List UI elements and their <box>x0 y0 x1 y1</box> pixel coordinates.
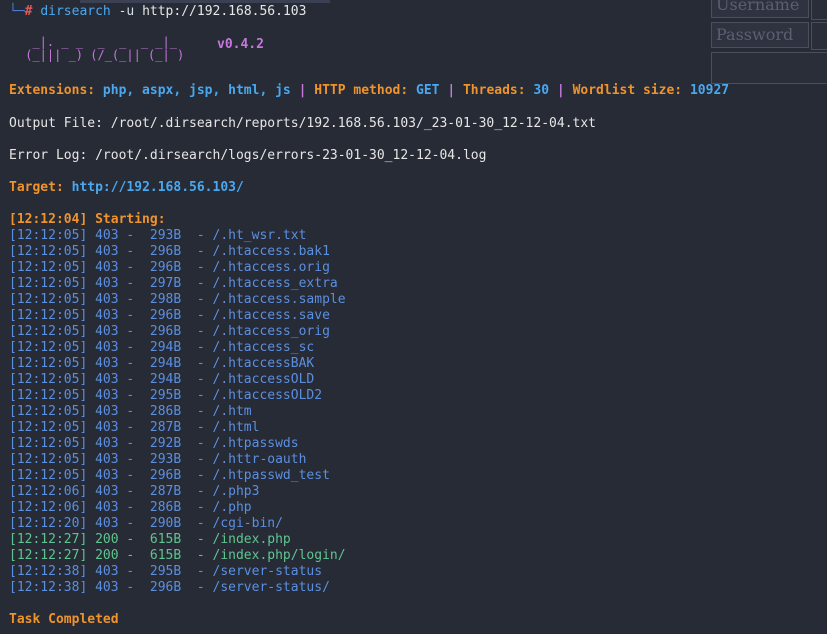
error-log-line: Error Log: /root/.dirsearch/logs/errors-… <box>9 148 487 163</box>
logo-line-1: _|. _ _ _ _ _ _|_ <box>18 35 177 49</box>
username-field[interactable]: Username <box>711 0 809 18</box>
result-row: [12:12:05] 403 - 287B - /.html <box>9 420 260 435</box>
output-file-line: Output File: /root/.dirsearch/reports/19… <box>9 116 596 131</box>
result-row: [12:12:27] 200 - 615B - /index.php <box>9 532 291 547</box>
command-name: dirsearch <box>40 4 111 19</box>
command-prompt-line: └─# dirsearch -u http://192.168.56.103 <box>9 4 306 20</box>
config-line: Extensions: php, aspx, jsp, html, js | H… <box>9 83 729 99</box>
result-row: [12:12:05] 403 - 294B - /.htaccessOLD <box>9 372 315 387</box>
wordlist-value: 10927 <box>689 83 730 98</box>
result-row: [12:12:05] 403 - 293B - /.ht_wsr.txt <box>9 228 307 243</box>
version-label: v0.4.2 <box>217 37 264 52</box>
config-separator: | <box>298 83 307 98</box>
result-row: [12:12:05] 403 - 293B - /.httr-oauth <box>9 452 307 467</box>
method-label: HTTP method: <box>314 83 409 98</box>
threads-label: Threads: <box>462 83 526 98</box>
starting-line: [12:12:04] Starting: <box>9 212 166 227</box>
result-row: [12:12:05] 403 - 286B - /.htm <box>9 404 252 419</box>
command-url: http://192.168.56.103 <box>142 4 307 19</box>
dirsearch-logo: _|. _ _ _ _ _ _|_ (_||| _) (/_(_|| (_| ) <box>18 36 184 62</box>
config-separator: | <box>447 83 456 98</box>
result-row: [12:12:05] 403 - 292B - /.htpasswds <box>9 436 299 451</box>
scrolled-previous-line <box>80 0 330 3</box>
result-row: [12:12:05] 403 - 296B - /.htaccess.save <box>9 308 330 323</box>
result-row: [12:12:05] 403 - 295B - /.htaccessOLD2 <box>9 388 323 403</box>
result-row: [12:12:06] 403 - 286B - /.php <box>9 500 252 515</box>
result-row: [12:12:05] 403 - 294B - /.htaccess_sc <box>9 340 315 355</box>
result-row: [12:12:05] 403 - 296B - /.htaccess_orig <box>9 324 330 339</box>
result-row: [12:12:05] 403 - 296B - /.htaccess.orig <box>9 260 330 275</box>
result-row: [12:12:20] 403 - 290B - /cgi-bin/ <box>9 516 283 531</box>
result-row: [12:12:05] 403 - 296B - /.htaccess.bak1 <box>9 244 330 259</box>
command-flag: -u <box>118 4 135 19</box>
target-label: Target: <box>9 180 64 195</box>
result-row: [12:12:06] 403 - 287B - /.php3 <box>9 484 260 499</box>
password-field-edge <box>811 22 827 50</box>
result-row: [12:12:05] 403 - 298B - /.htaccess.sampl… <box>9 292 346 307</box>
password-field[interactable]: Password <box>711 22 809 48</box>
target-line: Target: http://192.168.56.103/ <box>9 180 244 196</box>
task-completed-line: Task Completed <box>9 612 119 627</box>
wordlist-label: Wordlist size: <box>572 83 683 98</box>
form-button-area[interactable] <box>711 52 827 84</box>
result-row: [12:12:27] 200 - 615B - /index.php/login… <box>9 548 346 563</box>
extensions-value: php, aspx, jsp, html, js <box>102 83 291 98</box>
config-separator: | <box>556 83 565 98</box>
threads-value: 30 <box>533 83 550 98</box>
username-field-edge <box>811 0 827 20</box>
result-row: [12:12:05] 403 - 297B - /.htaccess_extra <box>9 276 338 291</box>
target-url: http://192.168.56.103/ <box>71 180 244 195</box>
result-row: [12:12:38] 403 - 295B - /server-status <box>9 564 323 579</box>
result-row: [12:12:05] 403 - 296B - /.htpasswd_test <box>9 468 330 483</box>
prompt-corner-glyph: └─ <box>9 4 25 19</box>
result-row: [12:12:05] 403 - 294B - /.htaccessBAK <box>9 356 315 371</box>
root-prompt-hash: # <box>24 4 33 19</box>
extensions-label: Extensions: <box>9 83 96 98</box>
logo-line-2: (_||| _) (/_(_|| (_| ) <box>18 48 185 62</box>
method-value: GET <box>416 83 440 98</box>
result-row: [12:12:38] 403 - 296B - /server-status/ <box>9 580 330 595</box>
